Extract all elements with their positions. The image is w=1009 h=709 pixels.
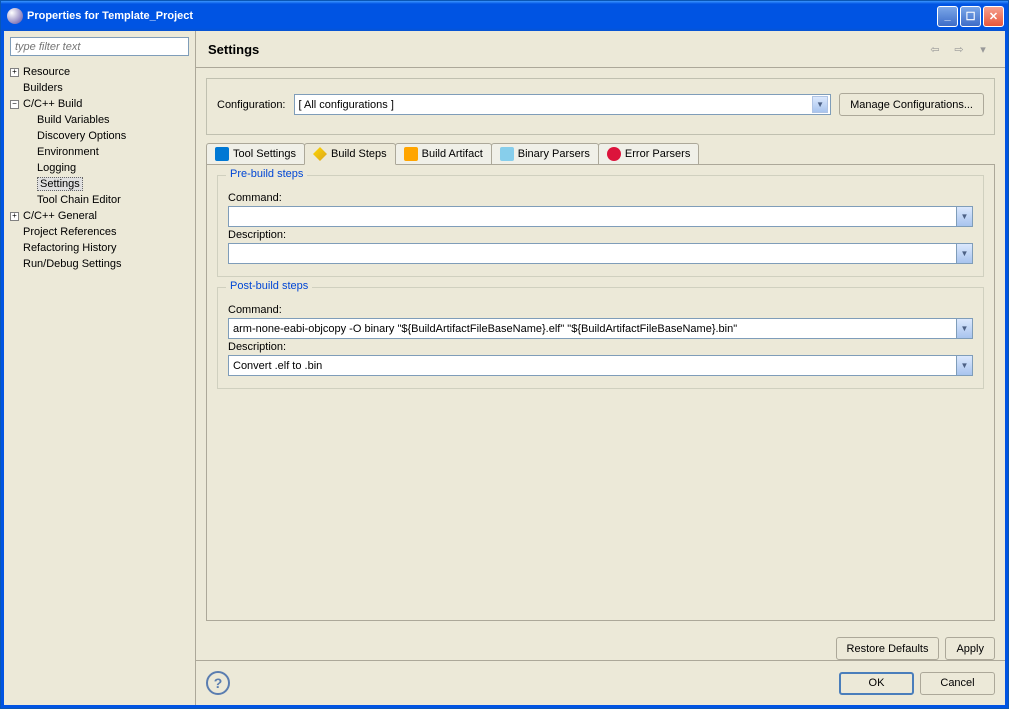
tab-label: Build Steps [331,148,387,160]
tab-label: Binary Parsers [518,148,590,160]
postbuild-description-input[interactable] [228,355,956,376]
tab-build-steps[interactable]: Build Steps [304,143,396,165]
cancel-button[interactable]: Cancel [920,672,995,695]
dialog-body: +ResourceBuilders−C/C++ BuildBuild Varia… [1,31,1008,708]
configuration-value: [ All configurations ] [299,99,394,111]
tool-icon [215,147,229,161]
tab-label: Build Artifact [422,148,483,160]
tree-item-label: Refactoring History [23,242,117,254]
expand-icon[interactable]: + [10,212,19,221]
help-icon[interactable]: ? [206,671,230,695]
back-icon[interactable]: ⇦ [925,39,945,59]
tree-item[interactable]: Tool Chain Editor [10,192,189,208]
postbuild-legend: Post-build steps [226,280,312,292]
tree-item-label: Project References [23,226,117,238]
maximize-button[interactable]: ☐ [960,6,981,27]
postbuild-command-input[interactable] [228,318,956,339]
prebuild-description-combo[interactable]: ▼ [228,243,973,264]
title-bar: Properties for Template_Project _ ☐ ✕ [1,1,1008,31]
tree-item-label: Build Variables [37,114,110,126]
tree-item-label: Run/Debug Settings [23,258,121,270]
prebuild-command-label: Command: [228,192,973,204]
tree-item-label: C/C++ General [23,210,97,222]
tree-item-label: Settings [37,177,83,191]
prebuild-description-label: Description: [228,229,973,241]
postbuild-group: Post-build steps Command: ▼ Description:… [217,287,984,389]
close-button[interactable]: ✕ [983,6,1004,27]
window-controls: _ ☐ ✕ [937,6,1004,27]
tree-item[interactable]: Refactoring History [10,240,189,256]
prebuild-description-input[interactable] [228,243,956,264]
menu-chevron-icon[interactable]: ▾ [973,39,993,59]
prebuild-command-combo[interactable]: ▼ [228,206,973,227]
configuration-panel: Configuration: [ All configurations ] ▼ … [206,78,995,135]
tab-build-artifact[interactable]: Build Artifact [395,143,492,164]
properties-dialog: Properties for Template_Project _ ☐ ✕ + R… [0,0,1009,709]
sidebar: +ResourceBuilders−C/C++ BuildBuild Varia… [4,31,196,705]
configuration-label: Configuration: [217,99,286,111]
tree-item-label: Environment [37,146,99,158]
tree-item-label: Tool Chain Editor [37,194,121,206]
postbuild-command-label: Command: [228,304,973,316]
tree-item[interactable]: Builders [10,80,189,96]
tab-error-parsers[interactable]: Error Parsers [598,143,699,164]
tab-label: Tool Settings [233,148,296,160]
error-icon [607,147,621,161]
property-tree[interactable]: +ResourceBuilders−C/C++ BuildBuild Varia… [10,64,189,699]
tree-item[interactable]: Discovery Options [10,128,189,144]
dialog-footer: ? OK Cancel [196,660,1005,705]
page-title: Settings [208,42,921,57]
ok-button[interactable]: OK [839,672,914,695]
minimize-button[interactable]: _ [937,6,958,27]
tree-item[interactable]: Build Variables [10,112,189,128]
collapse-icon[interactable]: − [10,100,19,109]
tab-label: Error Parsers [625,148,690,160]
chevron-down-icon[interactable]: ▼ [956,243,973,264]
chevron-down-icon[interactable]: ▼ [812,96,828,113]
apply-button[interactable]: Apply [945,637,995,660]
prebuild-group: Pre-build steps Command: ▼ Description: … [217,175,984,277]
main-area: Settings ⇦ ⇨ ▾ Configuration: [ All conf… [196,31,1005,705]
prebuild-command-input[interactable] [228,206,956,227]
tree-item-label: Builders [23,82,63,94]
tree-item[interactable]: Run/Debug Settings [10,256,189,272]
tree-item[interactable]: Settings [10,176,189,192]
content-area: Configuration: [ All configurations ] ▼ … [196,68,1005,631]
steps-icon [313,147,327,161]
build-steps-panel: Pre-build steps Command: ▼ Description: … [206,164,995,621]
footer-buttons: OK Cancel [839,672,995,695]
tab-binary-parsers[interactable]: Binary Parsers [491,143,599,164]
postbuild-description-combo[interactable]: ▼ [228,355,973,376]
forward-icon[interactable]: ⇨ [949,39,969,59]
manage-configurations-button[interactable]: Manage Configurations... [839,93,984,116]
page-header: Settings ⇦ ⇨ ▾ [196,31,1005,68]
binary-icon [500,147,514,161]
eclipse-icon [7,8,23,24]
expand-icon[interactable]: + [10,68,19,77]
chevron-down-icon[interactable]: ▼ [956,206,973,227]
restore-defaults-button[interactable]: Restore Defaults [836,637,940,660]
window-title: Properties for Template_Project [27,10,937,22]
tree-item-label: Discovery Options [37,130,126,142]
tree-item[interactable]: + C/C++ General [10,208,189,224]
apply-row: Restore Defaults Apply [196,631,1005,660]
tree-item[interactable]: Logging [10,160,189,176]
tree-item[interactable]: + Resource [10,64,189,80]
tree-item-label: Resource [23,66,70,78]
chevron-down-icon[interactable]: ▼ [956,318,973,339]
artifact-icon [404,147,418,161]
tree-item[interactable]: Project References [10,224,189,240]
postbuild-description-label: Description: [228,341,973,353]
prebuild-legend: Pre-build steps [226,168,307,180]
chevron-down-icon[interactable]: ▼ [956,355,973,376]
postbuild-command-combo[interactable]: ▼ [228,318,973,339]
tabs-row: Tool Settings Build Steps Build Artifact Bi… [206,143,995,164]
tree-item[interactable]: Environment [10,144,189,160]
tree-item[interactable]: −C/C++ Build [10,96,189,112]
tree-item-label: C/C++ Build [23,98,82,110]
filter-input[interactable] [10,37,189,56]
tab-tool-settings[interactable]: Tool Settings [206,143,305,164]
tree-item-label: Logging [37,162,76,174]
configuration-select[interactable]: [ All configurations ] ▼ [294,94,832,115]
